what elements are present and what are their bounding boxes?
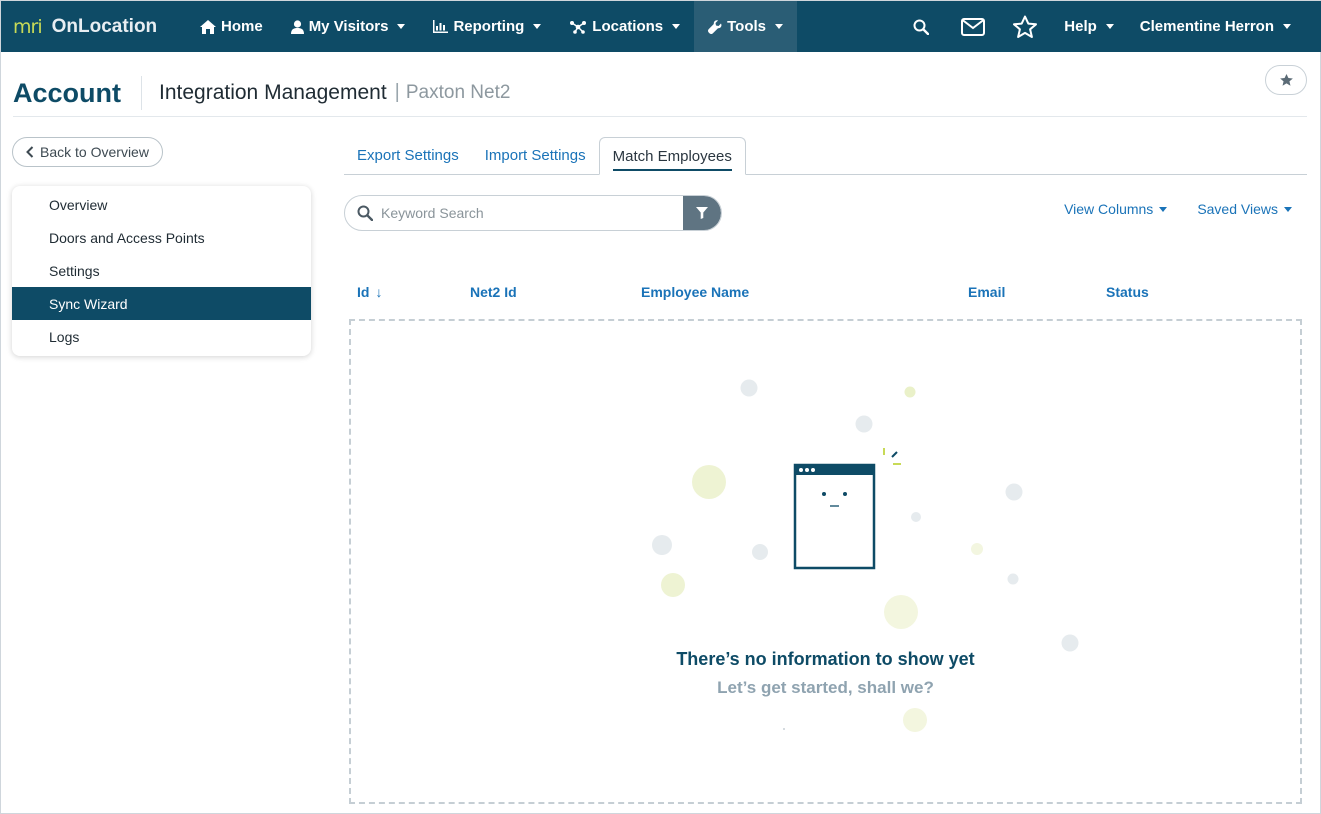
user-icon xyxy=(290,19,304,34)
user-name: Clementine Herron xyxy=(1139,18,1274,35)
column-label: Status xyxy=(1106,284,1149,300)
sidebar-menu: Overview Doors and Access Points Setting… xyxy=(12,186,311,356)
empty-state-subtitle: Let’s get started, shall we? xyxy=(717,678,934,697)
chevron-left-icon xyxy=(26,146,34,158)
sidebar-item-overview[interactable]: Overview xyxy=(12,188,311,221)
chevron-down-icon xyxy=(397,24,406,29)
column-label: Email xyxy=(968,284,1006,300)
bar-chart-icon xyxy=(433,20,449,33)
chevron-down-icon xyxy=(775,24,784,29)
column-label: Net2 Id xyxy=(470,284,517,300)
add-favorite-button[interactable] xyxy=(1265,65,1307,95)
tab-export-settings[interactable]: Export Settings xyxy=(344,137,472,174)
chevron-down-icon xyxy=(1283,24,1291,29)
nav-home-label: Home xyxy=(221,18,263,35)
nav-reporting-label: Reporting xyxy=(453,18,525,35)
sidebar-item-sync-wizard[interactable]: Sync Wizard xyxy=(12,287,311,320)
column-header-employee-name[interactable]: Employee Name xyxy=(641,284,749,300)
search-button[interactable] xyxy=(895,1,947,52)
tab-label: Match Employees xyxy=(612,142,732,171)
top-navbar: mri OnLocation Home My Visitors Reportin… xyxy=(1,1,1321,52)
star-outline-icon xyxy=(1013,15,1038,38)
empty-state-illustration xyxy=(652,379,1079,732)
tab-match-employees[interactable]: Match Employees xyxy=(598,137,746,175)
page-header: Account Integration Management | Paxton … xyxy=(13,65,1307,117)
envelope-icon xyxy=(961,17,986,36)
messages-button[interactable] xyxy=(947,1,999,52)
column-header-id[interactable]: Id ↓ xyxy=(357,284,382,300)
tab-bar: Export Settings Import Settings Match Em… xyxy=(344,137,1307,175)
nav-tools-label: Tools xyxy=(727,18,767,35)
search-icon xyxy=(357,205,373,221)
nav-locations-label: Locations xyxy=(592,18,664,35)
empty-state-title: There’s no information to show yet xyxy=(676,649,975,669)
keyword-search-input[interactable] xyxy=(373,196,683,230)
wrench-icon xyxy=(708,19,722,34)
back-label: Back to Overview xyxy=(40,144,149,160)
help-menu[interactable]: Help xyxy=(1051,1,1127,52)
column-header-status[interactable]: Status xyxy=(1106,284,1149,300)
section-title: Integration Management xyxy=(159,80,387,104)
view-columns-dropdown[interactable]: View Columns xyxy=(1064,201,1168,217)
sidebar-item-doors-and-access-points[interactable]: Doors and Access Points xyxy=(12,221,311,254)
brand-mark: mri xyxy=(13,15,43,38)
column-header-email[interactable]: Email xyxy=(968,284,1005,300)
nav-locations[interactable]: Locations xyxy=(555,1,694,52)
favorites-button[interactable] xyxy=(999,1,1051,52)
star-icon xyxy=(1279,73,1293,86)
network-icon xyxy=(570,20,587,34)
nav-my-visitors[interactable]: My Visitors xyxy=(277,1,420,52)
filter-button[interactable] xyxy=(683,196,721,230)
nav-home[interactable]: Home xyxy=(186,1,277,52)
chevron-down-icon xyxy=(533,24,542,29)
tab-import-settings[interactable]: Import Settings xyxy=(472,137,599,174)
search-icon-wrap xyxy=(345,205,373,221)
sidebar-item-settings[interactable]: Settings xyxy=(12,254,311,287)
home-icon xyxy=(200,19,216,34)
saved-views-dropdown[interactable]: Saved Views xyxy=(1197,201,1292,217)
table-header: Id ↓ Net2 Id Employee Name Email Status xyxy=(344,281,1307,305)
view-columns-label: View Columns xyxy=(1064,201,1154,217)
column-label: Employee Name xyxy=(641,284,750,300)
brand-logo[interactable]: mri OnLocation xyxy=(1,1,186,52)
sort-desc-icon: ↓ xyxy=(375,284,383,300)
sidebar-item-logs[interactable]: Logs xyxy=(12,320,311,353)
integration-name: Paxton Net2 xyxy=(405,81,511,103)
chevron-down-icon xyxy=(1284,206,1292,212)
filter-icon xyxy=(696,207,708,219)
page-title: Account xyxy=(13,75,142,110)
nav-tools[interactable]: Tools xyxy=(694,1,798,52)
column-header-net2-id[interactable]: Net2 Id xyxy=(470,284,517,300)
tab-label: Export Settings xyxy=(357,147,459,164)
view-controls: View Columns Saved Views xyxy=(1064,201,1292,217)
help-label: Help xyxy=(1064,18,1097,35)
chevron-down-icon xyxy=(1105,24,1114,29)
nav-my-visitors-label: My Visitors xyxy=(308,18,389,35)
empty-state: There’s no information to show yet Let’s… xyxy=(349,319,1302,804)
user-menu[interactable]: Clementine Herron xyxy=(1127,1,1304,52)
nav-right-group: Help Clementine Herron xyxy=(895,1,1321,52)
brand-name: OnLocation xyxy=(51,15,158,37)
title-separator: | xyxy=(394,81,400,103)
tab-label: Import Settings xyxy=(484,147,586,164)
saved-views-label: Saved Views xyxy=(1197,201,1278,217)
search-icon xyxy=(913,19,930,35)
search-bar xyxy=(344,195,722,231)
column-label: Id xyxy=(357,284,370,300)
back-to-overview-button[interactable]: Back to Overview xyxy=(12,137,163,167)
chevron-down-icon xyxy=(672,24,681,29)
chevron-down-icon xyxy=(1159,206,1168,212)
nav-reporting[interactable]: Reporting xyxy=(419,1,555,52)
